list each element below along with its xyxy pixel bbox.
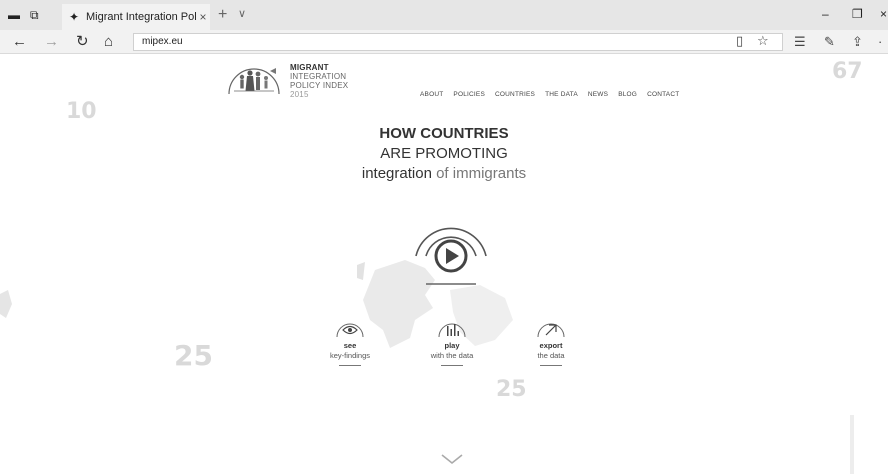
web-note-pen-icon[interactable]: ✎ (824, 34, 835, 50)
tab-actions-icon[interactable]: ▬ (8, 8, 20, 22)
action-export-subtitle: the data (537, 351, 565, 360)
minimize-button[interactable]: – (822, 7, 829, 21)
logo-text: MIGRANT INTEGRATION POLICY INDEX 2015 (290, 63, 348, 99)
action-export-title: export (539, 341, 563, 350)
back-arrow-icon[interactable]: ← (12, 34, 27, 50)
tab-preview-chevron-icon[interactable]: ∨ (238, 7, 246, 20)
nav-blog[interactable]: BLOG (618, 91, 637, 98)
set-tabs-aside-icon[interactable]: ⧉ (30, 8, 39, 22)
address-bar[interactable]: mipex.eu (133, 33, 783, 51)
action-export-data[interactable]: export the data (511, 317, 591, 366)
bar-chart-icon (438, 323, 466, 338)
browser-tab-bar: ▬ ⧉ ✦ Migrant Integration Poli × + ∨ – ❐… (0, 0, 888, 30)
nav-contact[interactable]: CONTACT (647, 91, 679, 98)
action-see-subtitle: key-findings (329, 351, 371, 360)
bg-number-67: 67 (832, 59, 863, 84)
action-play-underline (441, 365, 463, 366)
bg-number-25-center: 25 (496, 377, 527, 402)
action-play-with-data[interactable]: play with the data (412, 317, 492, 366)
nav-countries[interactable]: COUNTRIES (495, 91, 535, 98)
headline-line-2: ARE PROMOTING (380, 145, 508, 162)
action-play-title: play (444, 341, 460, 350)
arrow-up-right-icon (537, 323, 565, 338)
headline-line-1: HOW COUNTRIES (379, 125, 509, 142)
close-window-button[interactable]: × (880, 7, 887, 21)
map-edge-fragment (0, 290, 12, 318)
action-play-subtitle: with the data (430, 351, 474, 360)
mipex-logo[interactable]: MIGRANT INTEGRATION POLICY INDEX 2015 (226, 61, 348, 99)
bg-number-10: 10 (66, 99, 97, 124)
scroll-down-chevron-icon[interactable] (440, 453, 464, 465)
address-url: mipex.eu (142, 36, 183, 47)
eye-icon (336, 323, 364, 338)
nav-about[interactable]: ABOUT (420, 91, 443, 98)
browser-nav-bar: ← → ↻ ⌂ mipex.eu ▯ ☆ ☰ ✎ ⇪ · (0, 30, 888, 54)
tab-close-icon[interactable]: × (196, 10, 210, 24)
home-icon[interactable]: ⌂ (104, 34, 113, 50)
map-edge-fragment-right (850, 415, 854, 474)
headline-rest: of immigrants (431, 165, 527, 182)
restore-button[interactable]: ❐ (852, 7, 863, 21)
more-menu-icon[interactable]: · (878, 34, 882, 49)
new-tab-button[interactable]: + (218, 6, 227, 24)
action-export-underline (540, 365, 562, 366)
favorite-star-icon[interactable]: ☆ (757, 33, 769, 49)
accessibility-person-icon: ✦ (68, 10, 80, 24)
mipex-logo-mark (228, 68, 280, 95)
tab-title: Migrant Integration Poli (86, 11, 196, 23)
logo-line-policy-index: POLICY INDEX (290, 81, 349, 90)
logo-line-integration: INTEGRATION (290, 72, 347, 81)
web-page: 10 67 25 25 MIGRANT INTEGRATION POLICY I… (0, 55, 888, 474)
forward-arrow-icon[interactable]: → (44, 34, 59, 50)
action-see-key-findings[interactable]: see key-findings (310, 317, 390, 366)
site-nav: ABOUT POLICIES COUNTRIES THE DATA NEWS B… (420, 91, 679, 98)
refresh-icon[interactable]: ↻ (76, 34, 89, 50)
action-see-underline (339, 365, 361, 366)
nav-news[interactable]: NEWS (588, 91, 608, 98)
play-video-button[interactable] (408, 208, 494, 288)
action-see-title: see (343, 341, 357, 350)
play-triangle-icon (446, 248, 459, 264)
headline-emphasis: integration (361, 165, 432, 182)
nav-the-data[interactable]: THE DATA (545, 91, 578, 98)
headline-line-3: integration of immigrants (0, 165, 888, 182)
reading-view-icon[interactable]: ▯ (736, 33, 743, 49)
bg-number-25-left: 25 (174, 339, 213, 372)
nav-policies[interactable]: POLICIES (453, 91, 485, 98)
browser-tab[interactable]: ✦ Migrant Integration Poli × (62, 4, 210, 30)
share-icon[interactable]: ⇪ (852, 34, 863, 50)
logo-year: 2015 (290, 90, 309, 99)
favorites-hub-icon[interactable]: ☰ (794, 34, 806, 50)
logo-line-migrant: MIGRANT (290, 63, 329, 72)
